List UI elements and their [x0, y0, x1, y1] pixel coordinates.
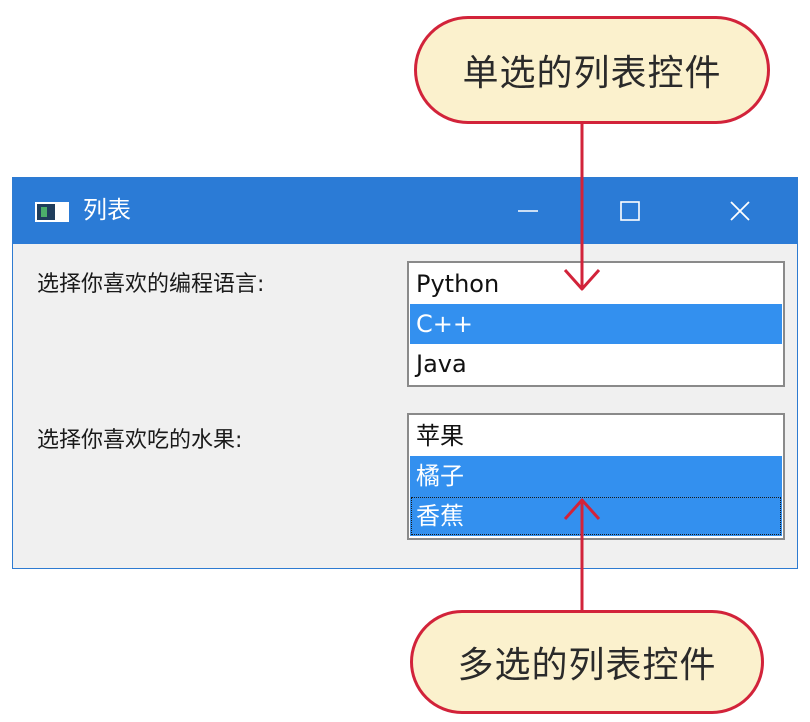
window-title: 列表 — [83, 196, 131, 224]
stage: 单选的列表控件 多选的列表控件 列表 选择你喜欢的编程语言: Python C+… — [0, 0, 810, 722]
callout-multi-select-text: 多选的列表控件 — [457, 645, 717, 686]
language-list-item[interactable]: C++ — [410, 304, 782, 344]
language-listbox[interactable]: Python C++ Java — [407, 261, 785, 387]
callout-single-select-text: 单选的列表控件 — [462, 53, 722, 94]
language-label: 选择你喜欢的编程语言: — [37, 272, 265, 297]
fruit-list-item[interactable]: 橘子 — [410, 456, 782, 496]
list-window: 列表 选择你喜欢的编程语言: Python C++ Java 选择你喜欢吃的水果: — [12, 177, 798, 569]
language-list-item[interactable]: Python — [410, 264, 782, 304]
close-button[interactable] — [705, 178, 775, 244]
fruit-list-item[interactable]: 苹果 — [410, 416, 782, 456]
app-window-icon — [35, 202, 69, 222]
minimize-icon — [518, 210, 538, 212]
language-list-item[interactable]: Java — [410, 344, 782, 384]
fruit-listbox[interactable]: 苹果 橘子 香蕉 — [407, 413, 785, 540]
maximize-button[interactable] — [595, 178, 665, 244]
title-bar[interactable]: 列表 — [13, 178, 797, 244]
close-icon — [730, 201, 750, 221]
callout-multi-select: 多选的列表控件 — [410, 610, 764, 714]
fruit-label: 选择你喜欢吃的水果: — [37, 428, 243, 453]
fruit-list-item[interactable]: 香蕉 — [410, 496, 782, 536]
callout-single-select: 单选的列表控件 — [414, 16, 770, 124]
minimize-button[interactable] — [493, 178, 563, 244]
maximize-icon — [620, 201, 640, 221]
